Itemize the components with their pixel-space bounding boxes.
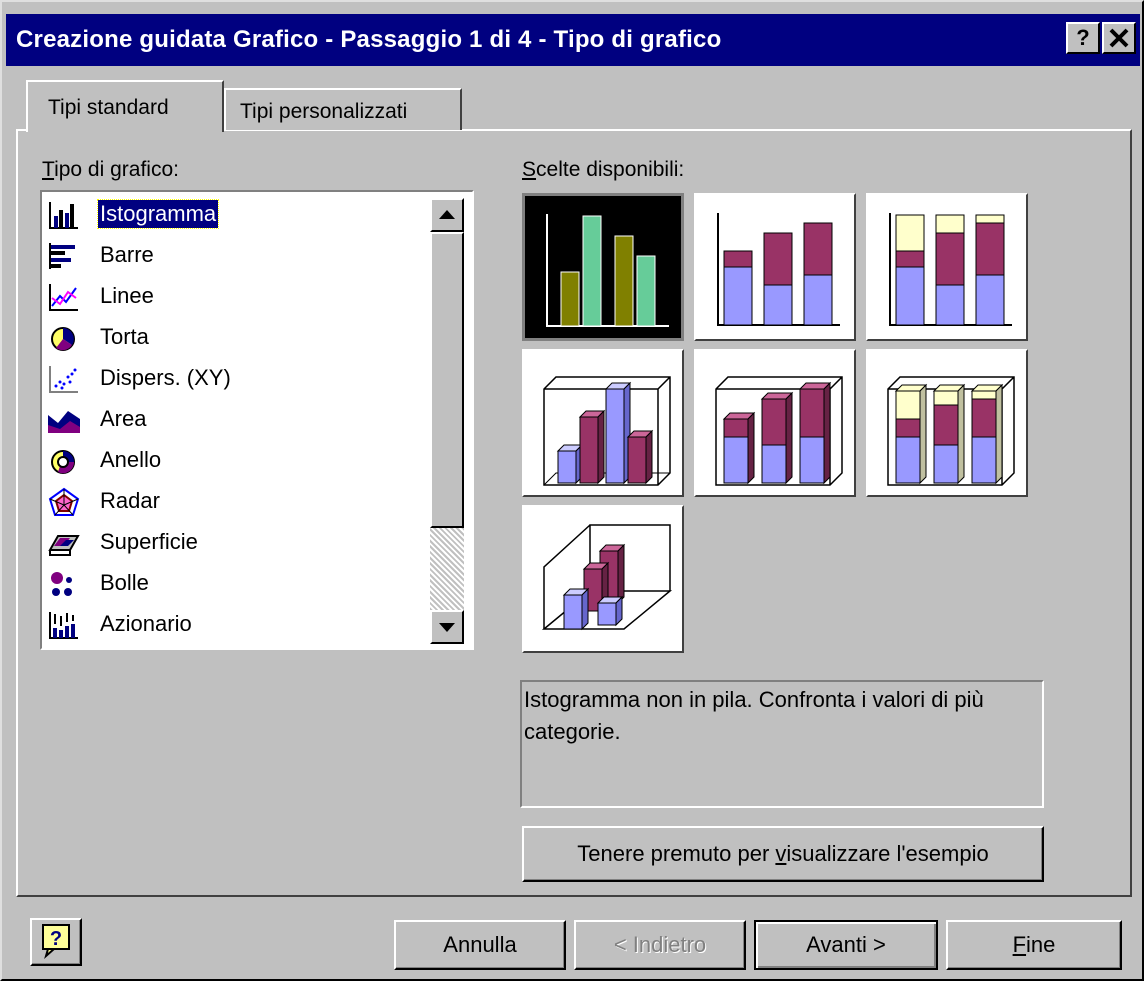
list-item-label: Dispers. (XY) bbox=[100, 365, 231, 390]
subtype-clustered-column[interactable] bbox=[522, 193, 684, 341]
list-item-label: Linee bbox=[100, 283, 154, 308]
dialog-title: Creazione guidata Grafico - Passaggio 1 … bbox=[16, 26, 722, 53]
subtype-100-stacked-column[interactable] bbox=[866, 193, 1028, 341]
subtype-3d-stacked-column[interactable] bbox=[694, 349, 856, 497]
list-item[interactable]: Barre bbox=[46, 237, 432, 275]
bar-chart-icon bbox=[49, 243, 75, 269]
scroll-up-button[interactable] bbox=[430, 198, 464, 232]
cancel-button[interactable]: Annulla bbox=[394, 920, 566, 970]
stacked-column-thumbnail bbox=[717, 213, 840, 326]
scroll-down-button[interactable] bbox=[430, 610, 464, 644]
list-item-label: Barre bbox=[100, 242, 154, 267]
subtype-3d-column[interactable] bbox=[522, 505, 684, 653]
list-item-label: Area bbox=[100, 406, 147, 431]
chart-type-list[interactable]: Istogramma Barre Linee Torta Dispers. (X… bbox=[40, 190, 474, 650]
column-chart-icon bbox=[48, 200, 80, 230]
list-item[interactable]: Superficie bbox=[46, 524, 432, 562]
list-item[interactable]: Bolle bbox=[46, 565, 432, 603]
list-item[interactable]: Anello bbox=[46, 442, 432, 480]
tab-standard-types-label: Tipi standard bbox=[48, 96, 169, 119]
doughnut-chart-icon bbox=[51, 450, 75, 474]
surface-chart-icon bbox=[48, 535, 80, 556]
list-item-label: Bolle bbox=[100, 570, 149, 595]
list-item-label: Istogramma bbox=[96, 199, 220, 229]
line-chart-icon bbox=[49, 284, 78, 311]
next-button[interactable]: Avanti > bbox=[754, 920, 938, 970]
subtype-stacked-column[interactable] bbox=[694, 193, 856, 341]
pie-chart-icon bbox=[51, 327, 75, 351]
percent-stacked-column-thumbnail bbox=[889, 213, 1012, 326]
list-item[interactable]: Dispers. (XY) bbox=[46, 360, 432, 398]
list-item-label: Radar bbox=[100, 488, 160, 513]
bubble-chart-icon bbox=[51, 572, 72, 596]
tab-custom-types[interactable]: Tipi personalizzati bbox=[224, 88, 462, 130]
list-item[interactable]: Linee bbox=[46, 278, 432, 316]
title-bar: Creazione guidata Grafico - Passaggio 1 … bbox=[6, 14, 1140, 66]
subtype-3d-clustered-column[interactable] bbox=[522, 349, 684, 497]
column-3d-thumbnail bbox=[541, 524, 673, 631]
radar-chart-icon bbox=[48, 487, 80, 516]
list-item[interactable]: Torta bbox=[46, 319, 432, 357]
list-item[interactable]: Istogramma bbox=[46, 196, 432, 234]
preview-sample-button[interactable]: Tenere premuto per visualizzare l'esempi… bbox=[522, 826, 1044, 882]
finish-button[interactable]: Fine bbox=[946, 920, 1122, 970]
list-scrollbar[interactable] bbox=[430, 198, 464, 644]
list-item-label: Superficie bbox=[100, 529, 198, 554]
svg-text:?: ? bbox=[50, 928, 62, 950]
close-button[interactable] bbox=[1102, 22, 1136, 54]
stacked-column-3d-thumbnail bbox=[715, 376, 843, 486]
arrow-down-icon bbox=[439, 623, 455, 632]
subtype-description: Istogramma non in pila. Confronta i valo… bbox=[520, 680, 1044, 808]
arrow-up-icon bbox=[439, 210, 455, 219]
clustered-column-thumbnail bbox=[546, 214, 669, 327]
stock-chart-icon bbox=[49, 612, 78, 639]
list-item[interactable]: Radar bbox=[46, 483, 432, 521]
help-balloon-icon: ? bbox=[42, 924, 70, 959]
office-assistant-button[interactable]: ? bbox=[30, 918, 82, 966]
chart-type-label: Tipo di grafico: bbox=[42, 158, 179, 181]
tab-standard-types[interactable]: Tipi standard bbox=[26, 80, 224, 132]
scatter-chart-icon bbox=[49, 366, 78, 393]
help-button[interactable]: ? bbox=[1066, 22, 1100, 54]
subtypes-label: Scelte disponibili: bbox=[522, 158, 685, 181]
subtype-3d-100-stacked-column[interactable] bbox=[866, 349, 1028, 497]
tab-custom-types-label: Tipi personalizzati bbox=[240, 100, 408, 123]
list-item-label: Torta bbox=[100, 324, 149, 349]
list-item-label: Anello bbox=[100, 447, 162, 472]
list-item-label: Azionario bbox=[100, 611, 192, 636]
chart-wizard-dialog: Creazione guidata Grafico - Passaggio 1 … bbox=[0, 0, 1144, 981]
area-chart-icon bbox=[48, 411, 80, 433]
percent-stacked-column-3d-thumbnail bbox=[887, 376, 1015, 486]
scroll-thumb[interactable] bbox=[430, 232, 464, 528]
list-item[interactable]: Area bbox=[46, 401, 432, 439]
close-icon bbox=[1109, 28, 1129, 48]
clustered-column-3d-thumbnail bbox=[543, 376, 671, 486]
list-item[interactable]: Azionario bbox=[46, 606, 432, 644]
back-button[interactable]: < Indietro bbox=[574, 920, 746, 970]
scroll-track[interactable] bbox=[430, 528, 464, 610]
